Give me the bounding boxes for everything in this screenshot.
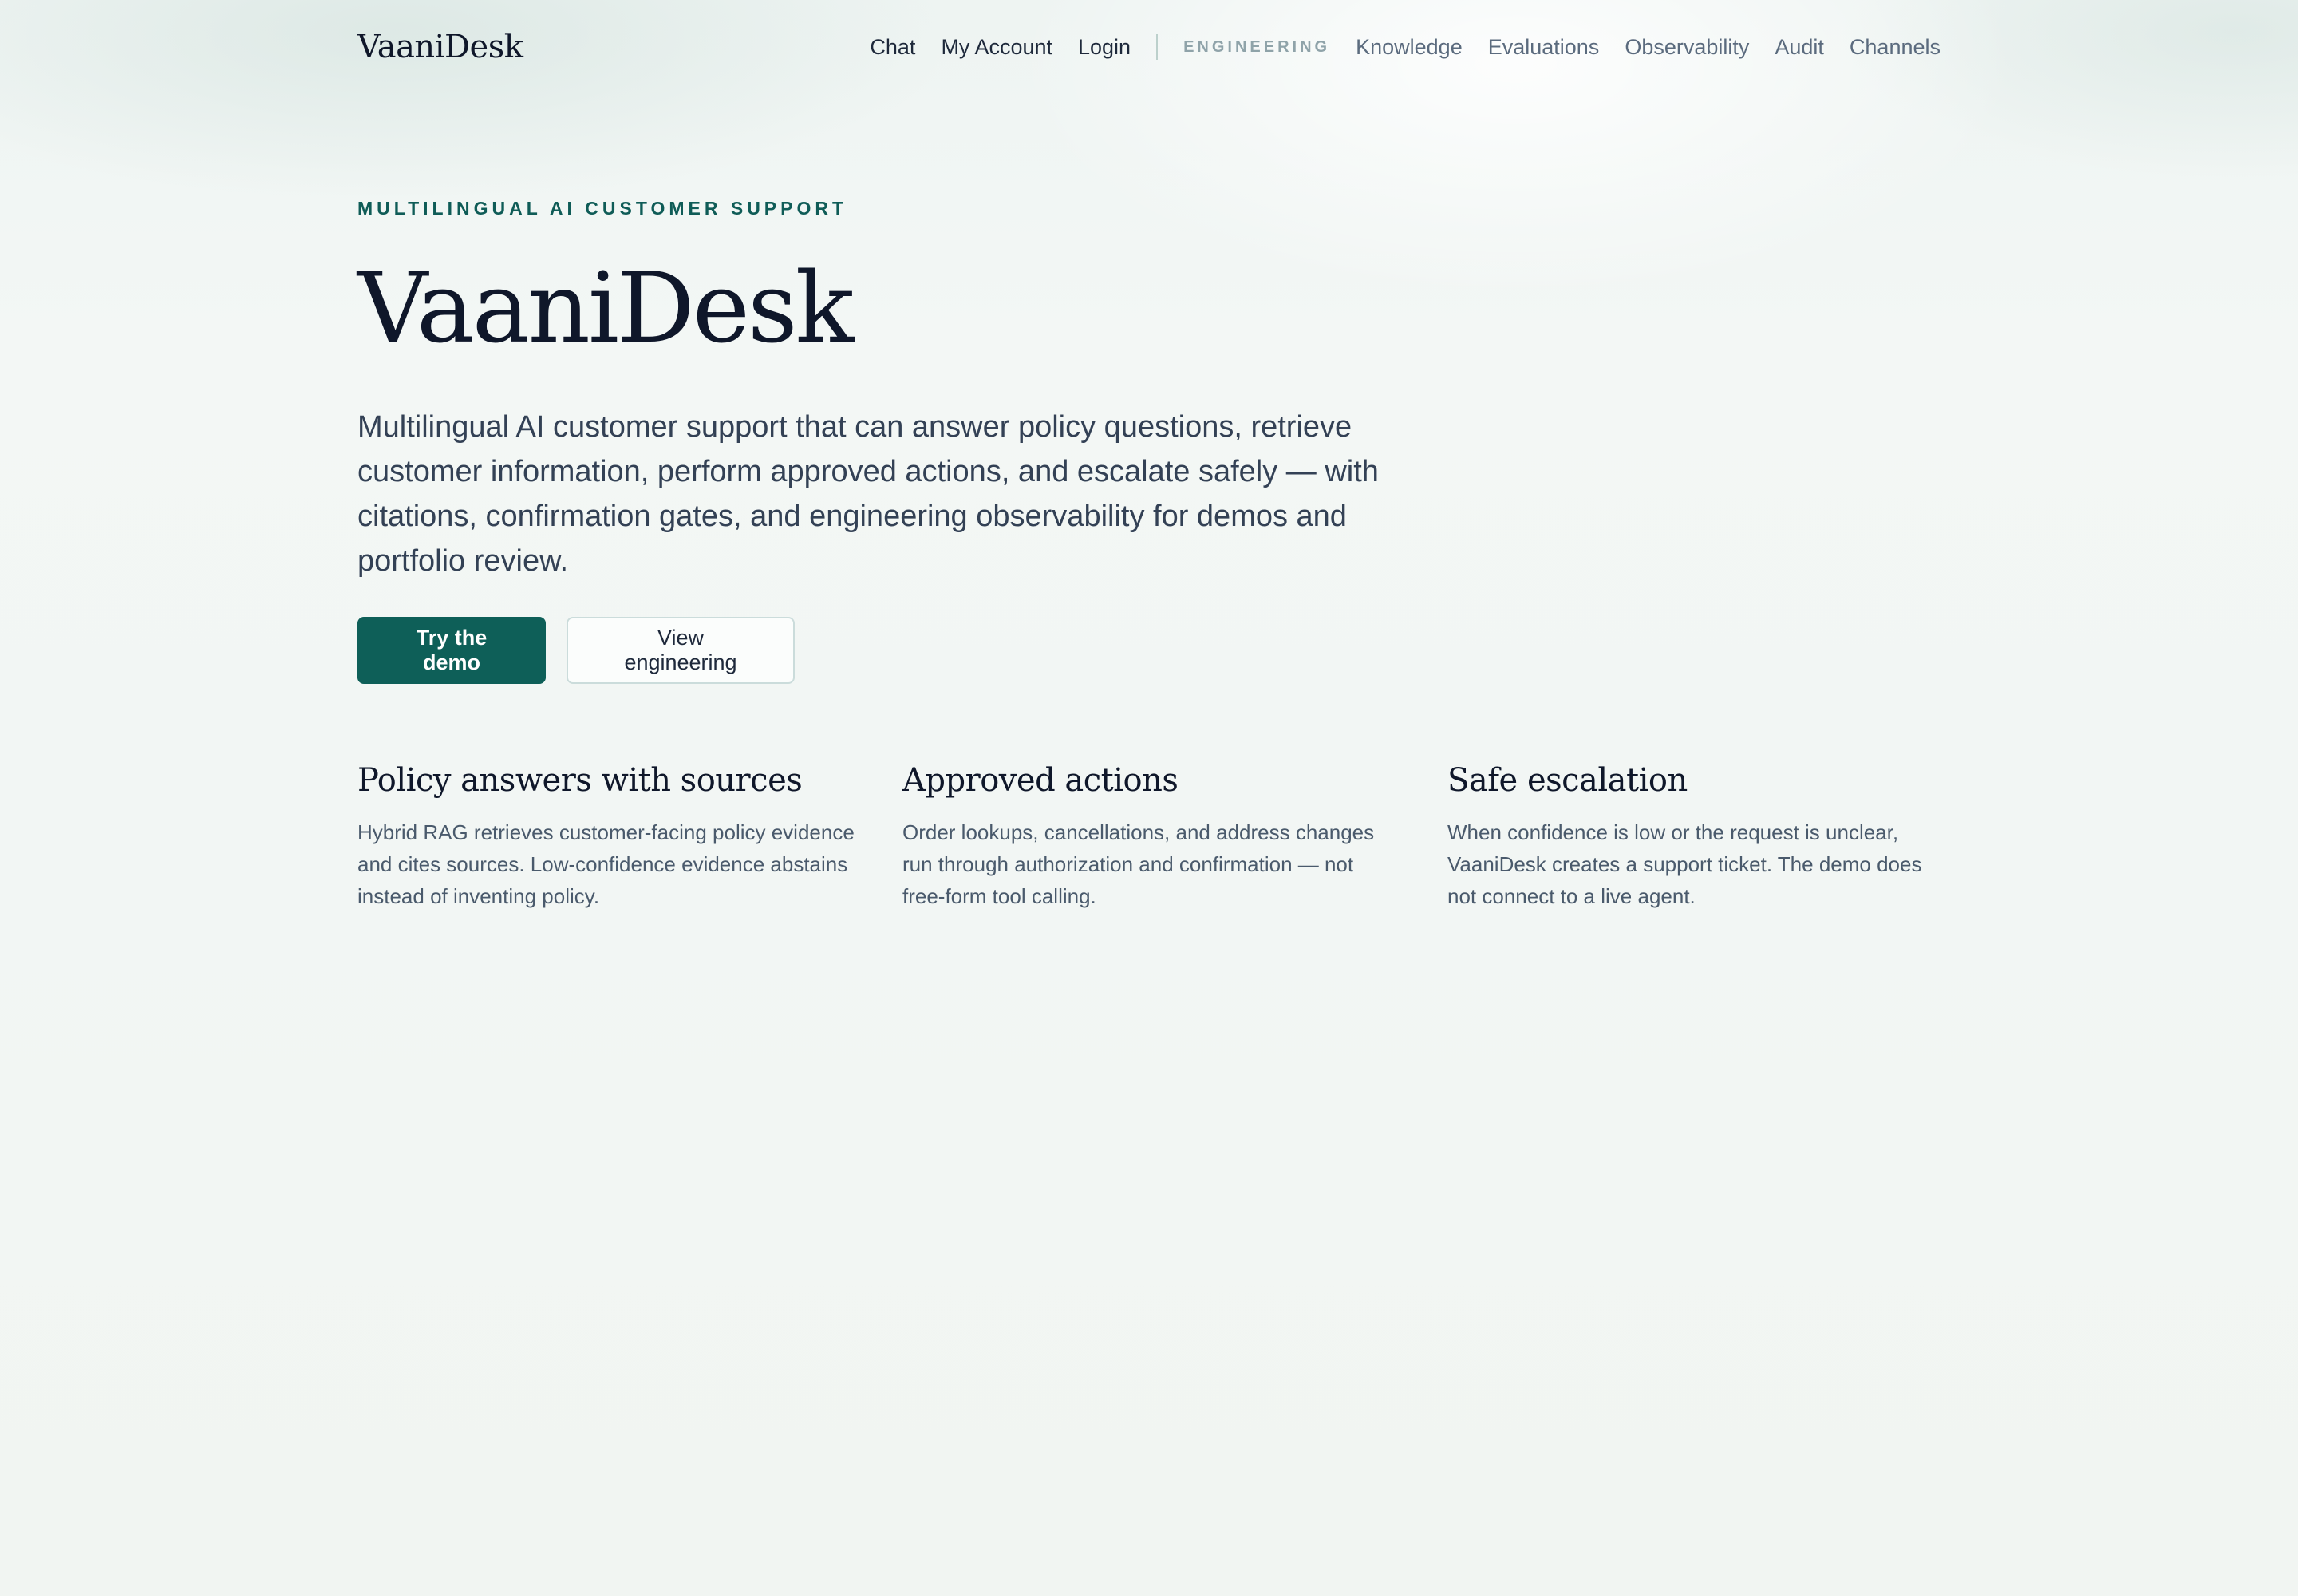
nav-divider (1156, 34, 1159, 60)
feature-title: Approved actions (902, 762, 1179, 799)
nav-link-evaluations[interactable]: Evaluations (1488, 35, 1600, 60)
nav-link-my-account[interactable]: My Account (941, 35, 1052, 60)
feature-title: Safe escalation (1447, 762, 1688, 799)
hero-eyebrow: MULTILINGUAL AI CUSTOMER SUPPORT (357, 198, 848, 219)
feature-description: Hybrid RAG retrieves customer-facing pol… (357, 820, 855, 908)
main-nav: Chat My Account Login ENGINEERING Knowle… (870, 34, 1941, 60)
feature-description: When confidence is low or the request is… (1447, 820, 1922, 908)
feature-safe-escalation: Safe escalation When confidence is low o… (1447, 762, 1941, 912)
feature-approved-actions: Approved actions Order lookups, cancella… (902, 762, 1447, 912)
hero-title: VaaniDesk (357, 251, 855, 365)
feature-policy-answers: Policy answers with sources Hybrid RAG r… (357, 762, 902, 912)
feature-title: Policy answers with sources (357, 762, 803, 799)
features-section: Policy answers with sources Hybrid RAG r… (357, 762, 1941, 912)
nav-link-audit[interactable]: Audit (1775, 35, 1824, 60)
nav-group-label-engineering: ENGINEERING (1183, 38, 1331, 56)
nav-link-observability[interactable]: Observability (1625, 35, 1749, 60)
hero-section: MULTILINGUAL AI CUSTOMER SUPPORT VaaniDe… (357, 198, 1411, 684)
try-demo-button[interactable]: Try the demo (357, 617, 546, 684)
nav-link-knowledge[interactable]: Knowledge (1356, 35, 1463, 60)
top-navigation: VaaniDesk Chat My Account Login ENGINEER… (357, 0, 1941, 94)
brand-logo[interactable]: VaaniDesk (357, 29, 523, 65)
nav-link-channels[interactable]: Channels (1850, 35, 1941, 60)
nav-link-login[interactable]: Login (1078, 35, 1131, 60)
hero-description: Multilingual AI customer support that ca… (357, 410, 1379, 578)
feature-description: Order lookups, cancellations, and addres… (902, 820, 1375, 908)
cta-row: Try the demo View engineering (357, 617, 1411, 684)
view-engineering-button[interactable]: View engineering (567, 617, 795, 684)
nav-link-chat[interactable]: Chat (870, 35, 915, 60)
